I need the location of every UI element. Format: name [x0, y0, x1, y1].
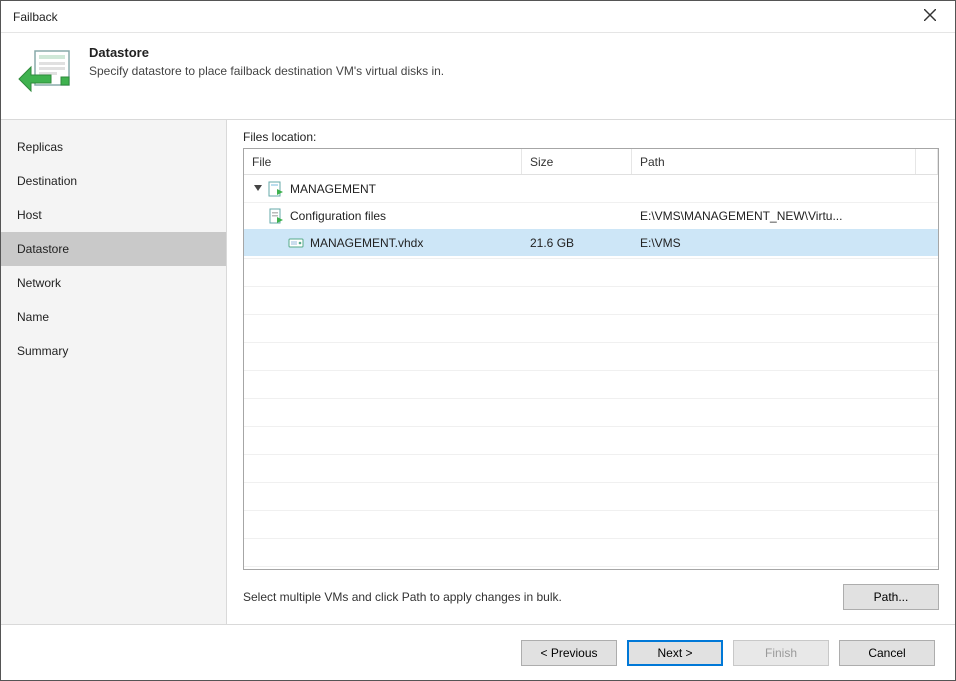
close-button[interactable]	[909, 3, 951, 31]
table-row[interactable]: Configuration files E:\VMS\MANAGEMENT_NE…	[244, 202, 938, 229]
vm-icon	[268, 181, 284, 197]
config-file-icon	[268, 208, 284, 224]
files-location-label: Files location:	[243, 130, 939, 144]
file-size	[522, 202, 632, 229]
file-path: E:\VMS	[632, 229, 916, 256]
path-button[interactable]: Path...	[843, 584, 939, 610]
step-destination[interactable]: Destination	[1, 164, 226, 198]
wizard-steps: Replicas Destination Host Datastore Netw…	[1, 120, 227, 624]
file-name: MANAGEMENT	[290, 182, 376, 196]
hint-row: Select multiple VMs and click Path to ap…	[243, 570, 939, 624]
next-button[interactable]: Next >	[627, 640, 723, 666]
column-path[interactable]: Path	[632, 149, 916, 174]
page-description: Specify datastore to place failback dest…	[89, 64, 444, 78]
main-panel: Files location: File Size Path	[227, 120, 955, 624]
close-icon	[924, 9, 936, 24]
step-summary[interactable]: Summary	[1, 334, 226, 368]
step-network[interactable]: Network	[1, 266, 226, 300]
wizard-header: Datastore Specify datastore to place fai…	[1, 33, 955, 120]
finish-button[interactable]: Finish	[733, 640, 829, 666]
step-replicas[interactable]: Replicas	[1, 130, 226, 164]
file-size: 21.6 GB	[522, 229, 632, 256]
header-text: Datastore Specify datastore to place fai…	[89, 45, 444, 101]
failback-dialog: Failback Datastore Specify datastore to …	[0, 0, 956, 681]
file-path	[632, 175, 916, 202]
grid-header: File Size Path	[244, 149, 938, 175]
chevron-down-icon[interactable]	[252, 183, 264, 195]
file-path: E:\VMS\MANAGEMENT_NEW\Virtu...	[632, 202, 916, 229]
cancel-button[interactable]: Cancel	[839, 640, 935, 666]
disk-icon	[288, 235, 304, 251]
grid-body[interactable]: MANAGEMENT Configuration files	[244, 175, 938, 569]
step-name[interactable]: Name	[1, 300, 226, 334]
window-title: Failback	[13, 10, 58, 24]
step-datastore[interactable]: Datastore	[1, 232, 226, 266]
header-icon	[17, 45, 73, 101]
titlebar: Failback	[1, 1, 955, 33]
wizard-footer: < Previous Next > Finish Cancel	[1, 624, 955, 680]
previous-button[interactable]: < Previous	[521, 640, 617, 666]
column-spacer	[916, 149, 938, 174]
file-name: Configuration files	[290, 209, 386, 223]
page-title: Datastore	[89, 45, 444, 60]
table-row[interactable]: MANAGEMENT.vhdx 21.6 GB E:\VMS	[244, 229, 938, 256]
file-size	[522, 175, 632, 202]
column-size[interactable]: Size	[522, 149, 632, 174]
table-row[interactable]: MANAGEMENT	[244, 175, 938, 202]
wizard-body: Replicas Destination Host Datastore Netw…	[1, 120, 955, 624]
step-host[interactable]: Host	[1, 198, 226, 232]
column-file[interactable]: File	[244, 149, 522, 174]
files-grid: File Size Path MAN	[243, 148, 939, 570]
file-name: MANAGEMENT.vhdx	[310, 236, 423, 250]
bulk-hint: Select multiple VMs and click Path to ap…	[243, 590, 562, 604]
